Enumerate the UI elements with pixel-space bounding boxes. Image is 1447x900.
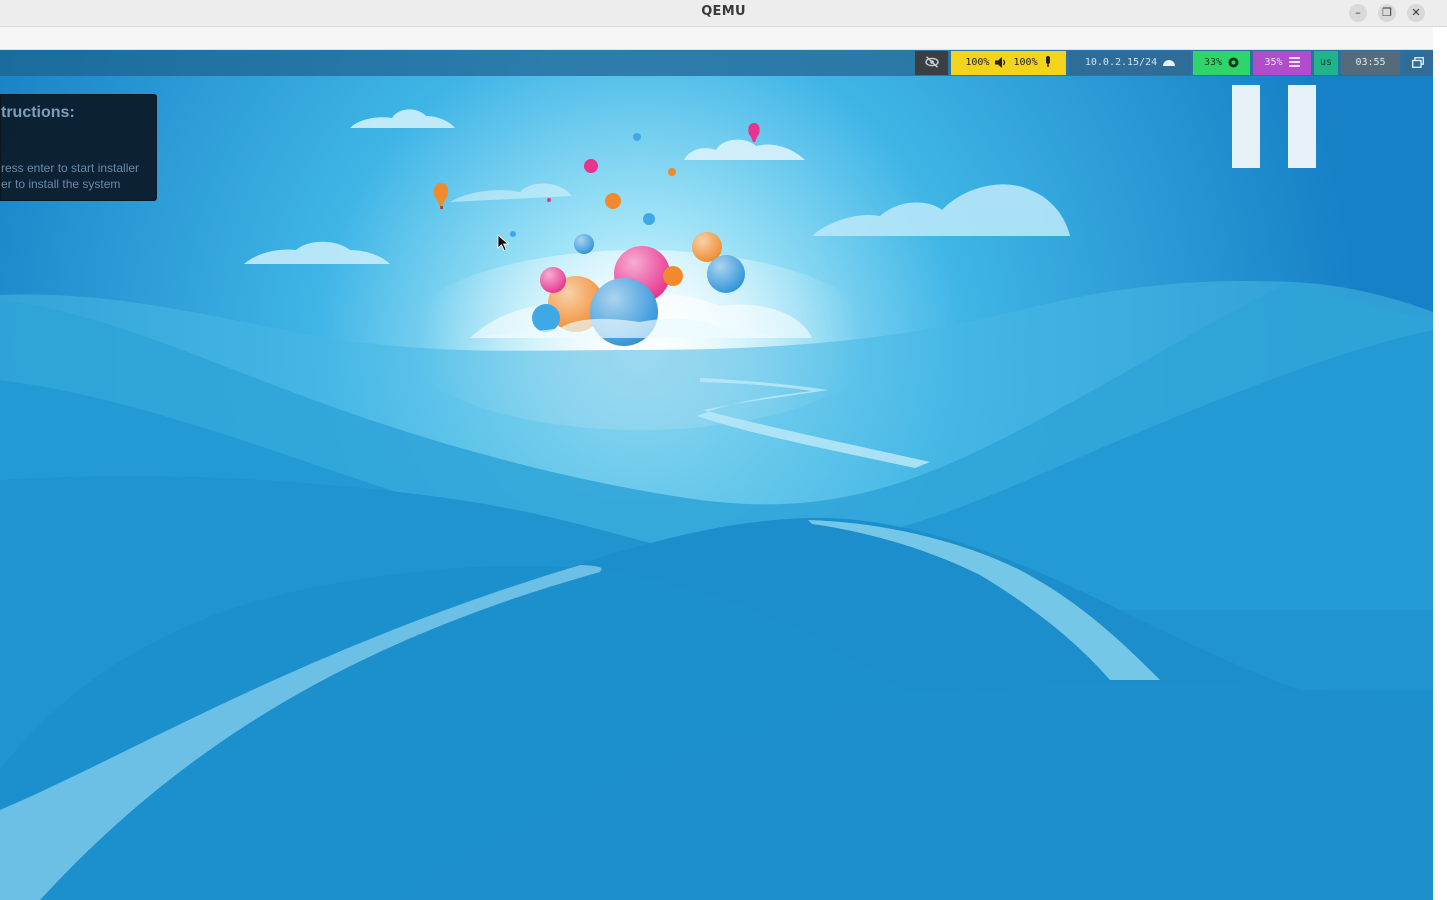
- window-edge: [1433, 27, 1447, 900]
- pause-bar: [1232, 85, 1260, 168]
- mic-level: 100%: [1013, 57, 1038, 68]
- instructions-heading: tructions:: [1, 104, 75, 121]
- menu-bar: [0, 27, 1447, 50]
- window-icon: [1412, 56, 1424, 68]
- guest-screen[interactable]: 100% 100% 10.0.2.15/24 33% 35% us 03:55 …: [0, 50, 1433, 900]
- mouse-pointer-icon: [497, 234, 509, 252]
- privacy-indicator[interactable]: [915, 51, 948, 75]
- eye-slash-icon: [924, 56, 939, 68]
- close-button[interactable]: ✕: [1407, 4, 1425, 22]
- memory-usage: 35%: [1264, 57, 1283, 68]
- pause-bar: [1288, 85, 1316, 168]
- instructions-line: ress enter to start installer: [1, 161, 140, 175]
- memory-indicator[interactable]: 35%: [1253, 51, 1311, 75]
- restore-button[interactable]: ❐: [1378, 4, 1396, 22]
- clock[interactable]: 03:55: [1341, 51, 1400, 75]
- audio-indicator[interactable]: 100% 100%: [951, 51, 1066, 75]
- network-indicator[interactable]: 10.0.2.15/24: [1069, 51, 1191, 75]
- qemu-window: QEMU – ❐ ✕ 100% 100% 10.0.2.15/24 33% 35…: [0, 0, 1447, 900]
- cpu-icon: [1228, 57, 1239, 67]
- speaker-icon: [995, 56, 1006, 68]
- title-bar: QEMU – ❐ ✕: [0, 0, 1447, 27]
- ip-address: 10.0.2.15/24: [1084, 57, 1158, 68]
- cpu-indicator[interactable]: 33%: [1193, 51, 1250, 75]
- cpu-usage: 33%: [1203, 57, 1223, 68]
- microphone-icon: [1045, 56, 1050, 67]
- instructions-line: er to install the system: [1, 177, 121, 191]
- memory-icon: [1288, 57, 1300, 67]
- window-title: QEMU: [701, 4, 746, 19]
- desktop-wallpaper: [0, 50, 1433, 900]
- keyboard-layout[interactable]: us: [1314, 51, 1338, 75]
- minimize-button[interactable]: –: [1349, 4, 1367, 22]
- network-icon: [1163, 60, 1176, 66]
- window-switcher[interactable]: [1403, 51, 1433, 75]
- instructions-popup: tructions: ress enter to start installer…: [0, 94, 157, 201]
- volume-level: 100%: [965, 57, 990, 68]
